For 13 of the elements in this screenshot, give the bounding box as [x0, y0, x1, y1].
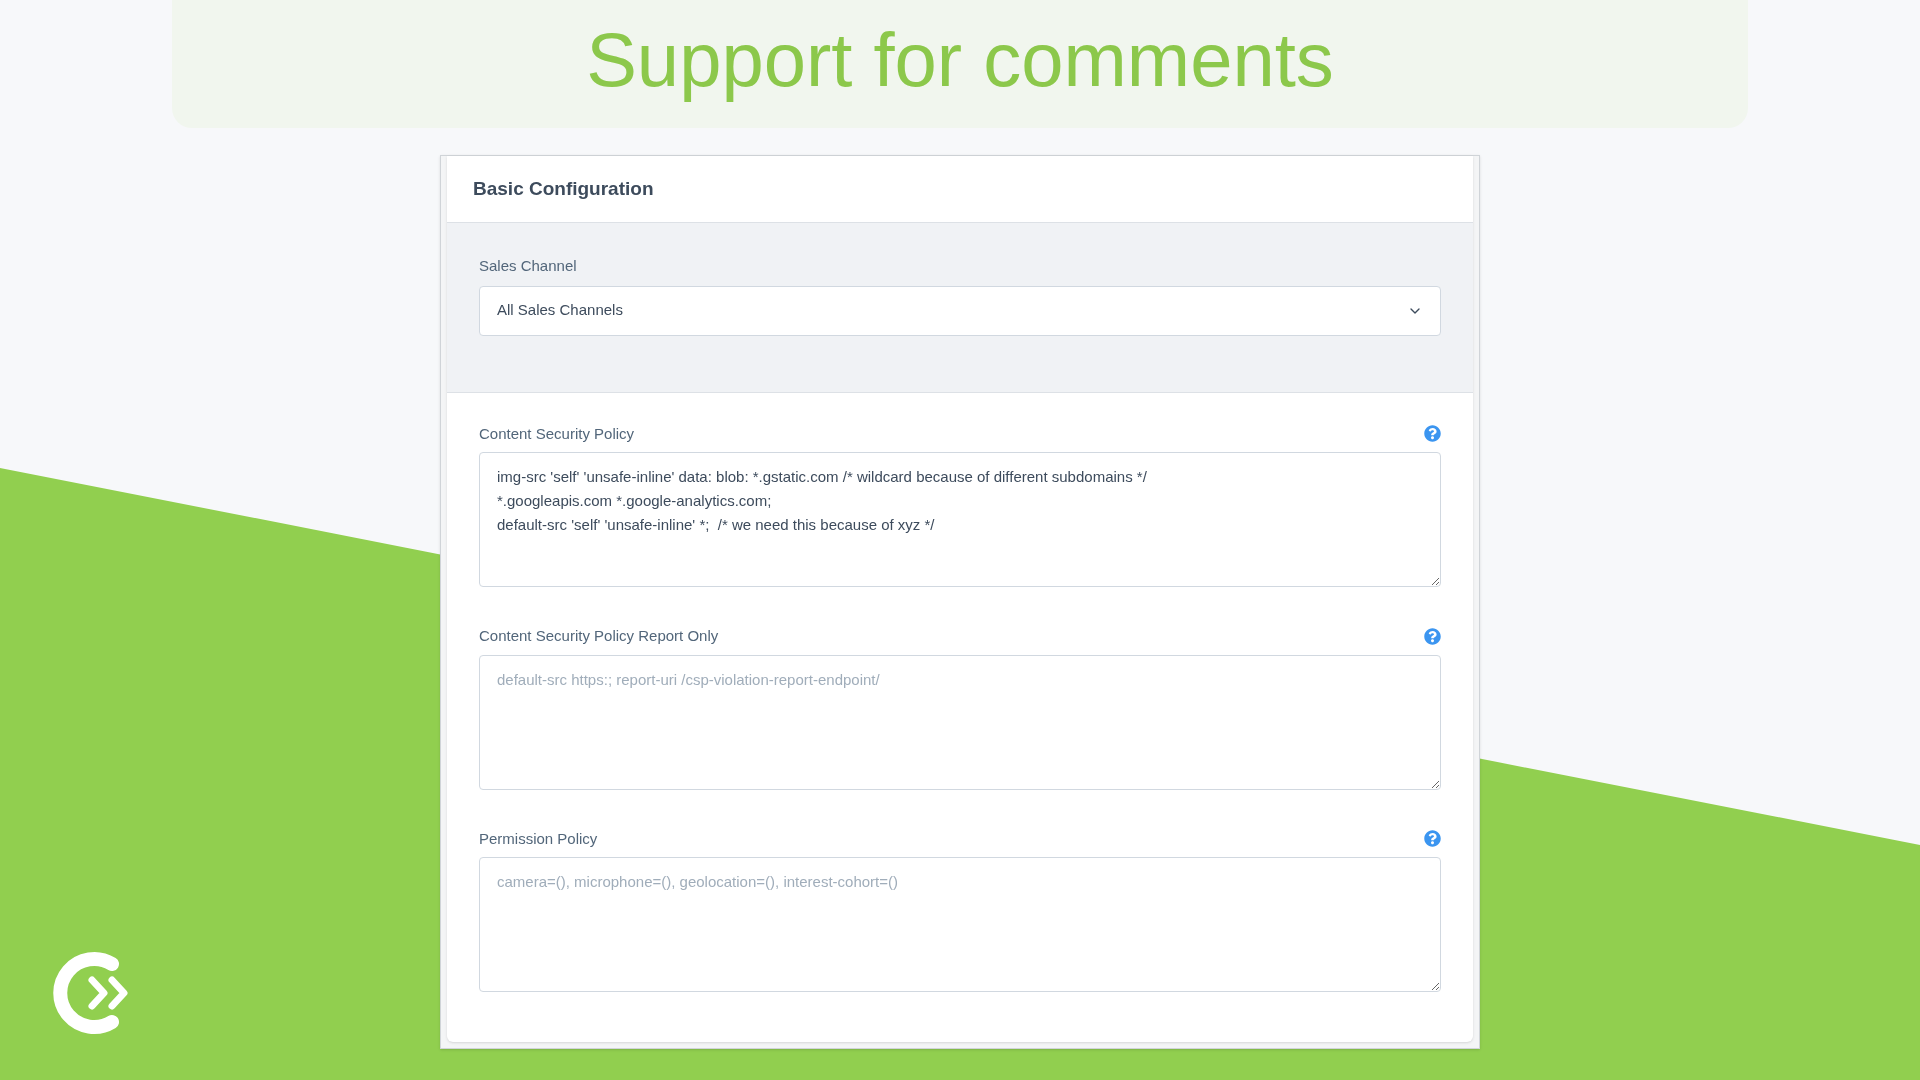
page-title: Support for comments — [586, 22, 1334, 104]
policy-textarea[interactable]: camera=(), microphone=(), geolocation=(), interest-cohort=() — [479, 857, 1441, 992]
field-label: Permission Policy — [479, 828, 598, 849]
field-label: Sales Channel — [479, 256, 578, 276]
help-icon[interactable] — [1424, 425, 1441, 443]
sales-channel-select[interactable]: All Sales Channels — [479, 285, 1441, 336]
policy-textarea[interactable]: default-src https:; report-uri /csp-violation-report-endpoint/ — [479, 654, 1441, 790]
help-icon[interactable] — [1424, 627, 1441, 645]
field-label: Content Security Policy Report Only — [479, 626, 719, 646]
card-title: Basic Configuration — [473, 176, 654, 201]
policy-textarea[interactable]: img-src 'self' 'unsafe-inline' data: blob: *.gstatic.com /* wildcard because of different subdomains */ *.googleapis.com *.google-analytics.com; default-src 'self' 'unsafe-inline' *; /* we need this because of xyz */ — [479, 452, 1441, 587]
field-label: Content Security Policy — [479, 423, 635, 444]
help-icon[interactable] — [1424, 830, 1441, 848]
